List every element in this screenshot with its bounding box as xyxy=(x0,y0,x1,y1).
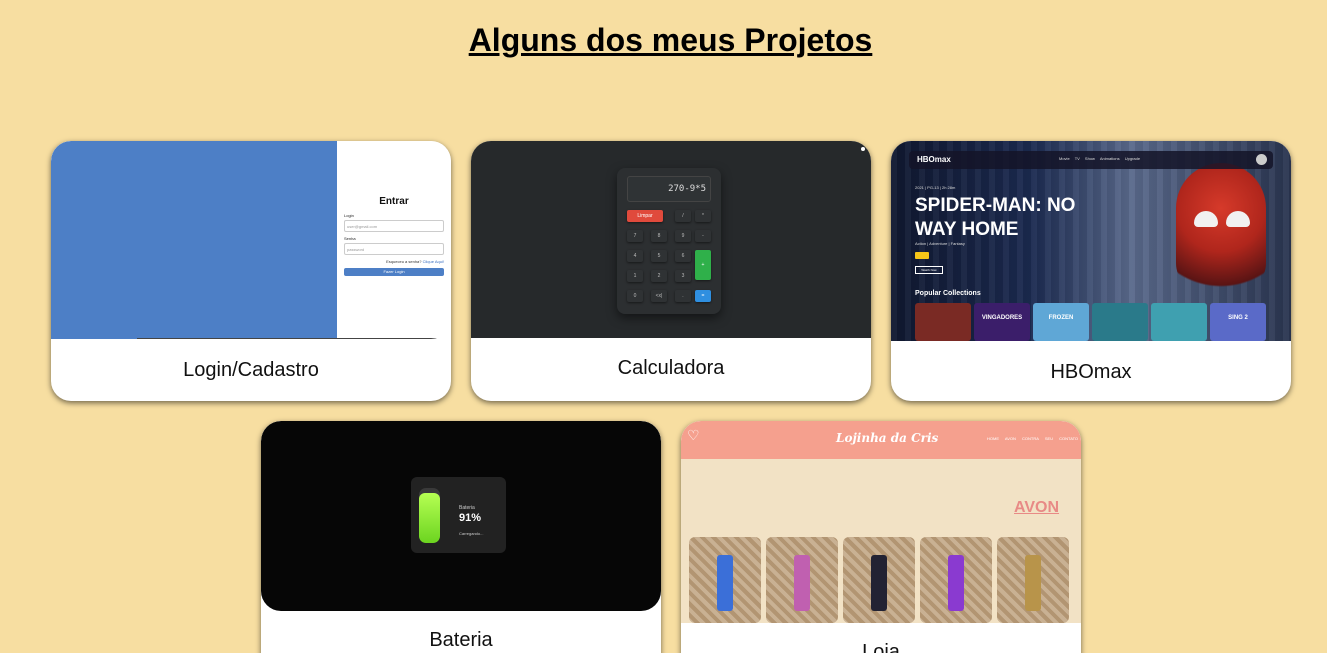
password-input-preview: password xyxy=(344,243,444,255)
brand-logo: AVON xyxy=(1014,499,1060,516)
calculator-key: <x| xyxy=(651,290,667,302)
project-card-calculator[interactable]: 270-9*5 Limpar / * 7 8 9- 4 5 6 +1 2 3 0 <x|. = Calcul… xyxy=(471,141,871,401)
forgot-text: Esqueceu a senha? xyxy=(386,259,422,264)
project-card-store[interactable]: ♡ Lojinha da Cris HOME AVON CONTRA SEU C… xyxy=(681,421,1081,653)
imdb-badge xyxy=(915,252,929,259)
hbo-nav-links: Movie TV Show Animations Upgrade xyxy=(1059,156,1141,161)
product-item xyxy=(871,555,887,611)
login-input-preview: user@gmail.com xyxy=(344,220,444,232)
product-image xyxy=(997,537,1069,623)
store-name: Lojinha da Cris xyxy=(836,431,939,445)
login-button-preview: Fazer Login xyxy=(344,268,444,276)
product-image xyxy=(920,537,992,623)
project-card-hbomax[interactable]: HBOmax Movie TV Show Animations Upgrade … xyxy=(891,141,1291,401)
calculator-key: 3 xyxy=(675,270,691,282)
login-label: Login xyxy=(344,213,354,218)
movie-poster: FROZEN xyxy=(1033,303,1089,341)
forgot-link: Clique Aqui! xyxy=(422,259,444,264)
calculator-key: 1 xyxy=(627,270,643,282)
calculator-key: 8 xyxy=(651,230,667,242)
calculator-display: 270-9*5 xyxy=(627,176,711,202)
movie-poster xyxy=(1151,303,1207,341)
movie-meta: 2021 | PG-13 | 2h 28m xyxy=(915,185,956,190)
calculator-body: 270-9*5 Limpar / * 7 8 9- 4 5 6 +1 2 3 0 <x|. = xyxy=(617,168,721,314)
shopping-bag-icon: ♡ xyxy=(687,427,700,443)
calculator-key: 6 xyxy=(675,250,691,262)
product-image xyxy=(766,537,838,623)
project-preview-login: Entrar Login user@gmail.com Senha passwo… xyxy=(51,141,451,339)
watch-now-button-preview: Watch Now xyxy=(915,266,943,274)
movie-title: SPIDER-MAN: NO WAY HOME xyxy=(915,195,1076,240)
calculator-key: - xyxy=(695,230,711,242)
project-title: Calculadora xyxy=(617,357,725,379)
battery-icon xyxy=(419,488,440,543)
calculator-key: 0 xyxy=(627,290,643,302)
popular-heading: Popular Collections xyxy=(915,290,981,297)
indicator-dot xyxy=(861,147,865,151)
login-form-preview: Entrar Login user@gmail.com Senha passwo… xyxy=(344,196,444,276)
login-banner xyxy=(51,141,337,339)
project-preview-store: ♡ Lojinha da Cris HOME AVON CONTRA SEU C… xyxy=(681,421,1081,623)
store-nav-links: HOME AVON CONTRA SEU CONTATO xyxy=(987,436,1079,441)
product-item xyxy=(948,555,964,611)
store-header: ♡ Lojinha da Cris HOME AVON CONTRA SEU C… xyxy=(681,421,1081,459)
movie-poster: VINGADORES xyxy=(974,303,1030,341)
avatar xyxy=(1256,154,1267,165)
login-heading: Entrar xyxy=(379,196,409,207)
page-title: Alguns dos meus Projetos xyxy=(468,22,873,58)
project-card-battery[interactable]: Bateria 91% Carregando... Bateria xyxy=(261,421,661,653)
project-preview-battery: Bateria 91% Carregando... xyxy=(261,421,661,611)
project-title: Bateria xyxy=(429,629,493,651)
calculator-key: 4 xyxy=(627,250,643,262)
calculator-key: = xyxy=(695,290,711,302)
movie-poster xyxy=(915,303,971,341)
calculator-key: + xyxy=(695,250,711,280)
battery-percent: 91% xyxy=(459,512,482,524)
battery-status: Carregando... xyxy=(459,531,484,536)
movie-genres: Action | Adventure | Fantasy xyxy=(915,241,965,246)
movie-poster xyxy=(1092,303,1148,341)
project-card-login[interactable]: Entrar Login user@gmail.com Senha passwo… xyxy=(51,141,451,401)
calculator-key: . xyxy=(675,290,691,302)
calculator-key: 5 xyxy=(651,250,667,262)
battery-label: Bateria xyxy=(459,505,475,511)
product-row xyxy=(689,537,1073,623)
project-title: HBOmax xyxy=(1050,361,1132,383)
calculator-key: Limpar xyxy=(627,210,663,222)
divider xyxy=(137,338,437,339)
calculator-key: 9 xyxy=(675,230,691,242)
calculator-key: / xyxy=(675,210,691,222)
movie-poster: SING 2 xyxy=(1210,303,1266,341)
product-image xyxy=(843,537,915,623)
hbo-navbar: HBOmax Movie TV Show Animations Upgrade xyxy=(909,151,1273,169)
project-preview-calculator: 270-9*5 Limpar / * 7 8 9- 4 5 6 +1 2 3 0 <x|. = xyxy=(471,141,871,338)
mask-eye xyxy=(1194,211,1218,227)
forgot-password-text: Esqueceu a senha? Clique Aqui! xyxy=(344,259,444,264)
battery-fill xyxy=(419,492,440,543)
project-title: Loja xyxy=(862,641,900,653)
product-image xyxy=(689,537,761,623)
calculator-key: 2 xyxy=(651,270,667,282)
project-title: Login/Cadastro xyxy=(183,359,319,381)
hbo-logo: HBOmax xyxy=(917,155,951,164)
project-preview-hbomax: HBOmax Movie TV Show Animations Upgrade … xyxy=(891,141,1291,341)
product-item xyxy=(1025,555,1041,611)
product-item xyxy=(717,555,733,611)
spiderman-image xyxy=(1176,163,1266,293)
calculator-key: * xyxy=(695,210,711,222)
product-item xyxy=(794,555,810,611)
calculator-key: 7 xyxy=(627,230,643,242)
mask-eye xyxy=(1226,211,1250,227)
password-label: Senha xyxy=(344,236,356,241)
battery-widget: Bateria 91% Carregando... xyxy=(411,477,506,553)
